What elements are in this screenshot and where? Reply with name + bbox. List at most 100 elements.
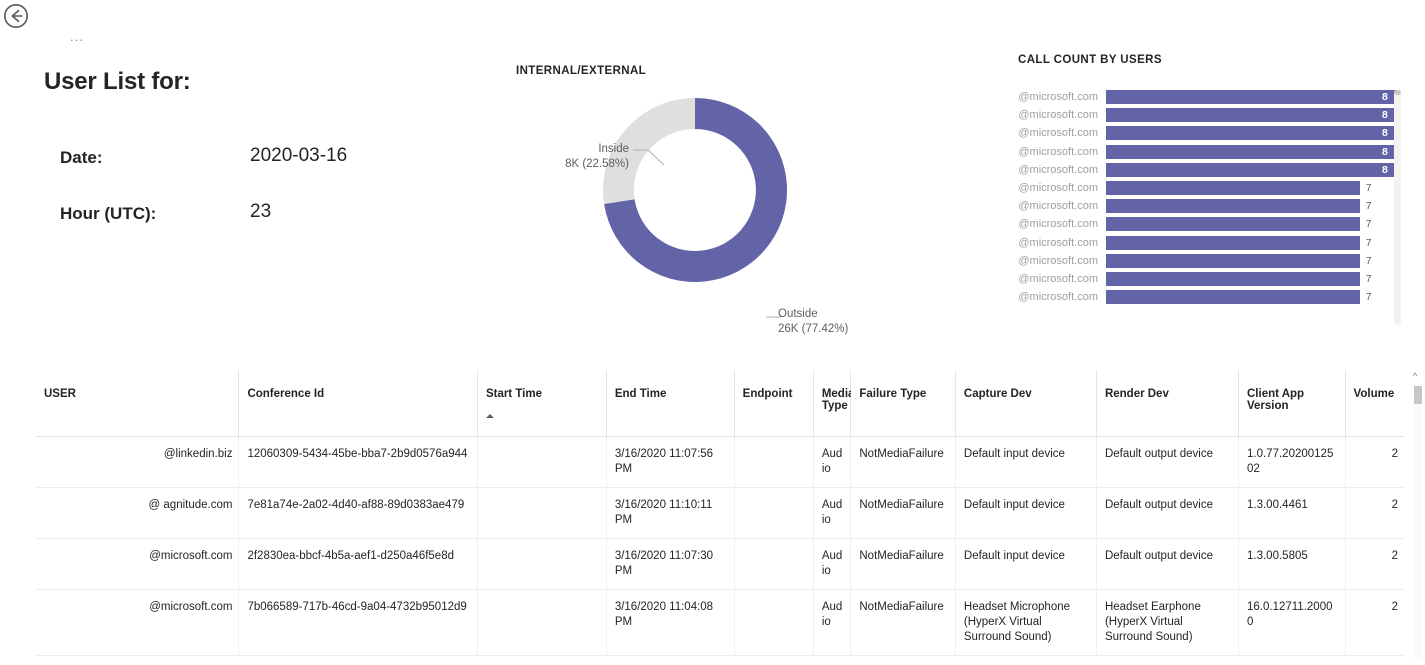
bar-fill[interactable]: [1106, 162, 1396, 177]
bar-fill[interactable]: [1106, 217, 1360, 232]
bar-chart-scrollbar[interactable]: [1394, 90, 1401, 325]
bar-category-label: @microsoft.com: [1018, 109, 1098, 122]
table-cell-volume: 2: [1345, 538, 1404, 590]
table-cell-endpoint: [734, 436, 814, 488]
bar-value-label: 7: [1365, 236, 1372, 249]
bar-fill[interactable]: [1106, 253, 1360, 268]
bar-category-label: @microsoft.com: [1018, 291, 1098, 304]
bar-value-label: 7: [1365, 272, 1372, 285]
bar-category-label: @microsoft.com: [1018, 91, 1098, 104]
table-cell-user: @ agnitude.com: [36, 487, 240, 539]
bar-chart-row[interactable]: @microsoft.com 7: [1014, 179, 1396, 197]
report-page: ... User List for: Date: 2020-03-16 Hour…: [0, 0, 1425, 665]
donut-callout-inside-value: 8K (22.58%): [565, 158, 629, 170]
table-cell-client_app_version: 1.0.77.2020012502: [1238, 436, 1346, 488]
bar-chart-row[interactable]: @microsoft.com 8: [1014, 143, 1396, 161]
user-list-table-container[interactable]: USER Conference Id Start Time End Time Endpo…: [36, 370, 1414, 665]
bar-category-label: @microsoft.com: [1018, 254, 1098, 267]
scroll-up-arrow-icon[interactable]: ^: [1413, 372, 1417, 381]
bar-chart-row[interactable]: @microsoft.com 8: [1014, 124, 1396, 142]
table-cell-failure_type: NotMediaFailure: [850, 589, 956, 656]
table-header-label: Start Time: [485, 388, 542, 400]
bar-chart-row[interactable]: @microsoft.com 7: [1014, 197, 1396, 215]
bar-chart[interactable]: @microsoft.com 8 @microsoft.com 8 @microsoft…: [1014, 88, 1396, 328]
donut-chart[interactable]: Inside 8K (22.58%) Outside 26K (77.42%): [500, 85, 920, 335]
table-row[interactable]: @microsoft.com 2f2830ea-bbcf-4b5a-aef1-d2…: [36, 538, 1404, 590]
donut-callout-outside-label: Outside: [778, 308, 818, 320]
sort-ascending-icon[interactable]: [485, 414, 494, 418]
call-count-by-users-panel: CALL COUNT BY USERS @microsoft.com 8 @micr…: [1000, 48, 1425, 338]
back-arrow-circle-icon[interactable]: [3, 3, 29, 29]
bar-fill[interactable]: [1106, 108, 1396, 123]
bar-chart-row[interactable]: @microsoft.com 7: [1014, 252, 1396, 270]
table-cell-volume: 2: [1345, 487, 1404, 539]
table-header-capture_dev[interactable]: Capture Dev: [955, 370, 1097, 437]
table-header-start_time[interactable]: Start Time: [477, 370, 607, 437]
bar-fill[interactable]: [1106, 144, 1396, 159]
bar-fill[interactable]: [1106, 181, 1360, 196]
table-cell-user: @linkedin.biz: [36, 436, 240, 488]
table-header-volume[interactable]: Volume: [1345, 370, 1404, 437]
table-header-end_time[interactable]: End Time: [606, 370, 735, 437]
table-header-label: Capture Dev: [963, 388, 1032, 400]
table-row[interactable]: @ agnitude.com 7e81a74e-2a02-4d40-af88-89…: [36, 487, 1404, 539]
more-options-icon[interactable]: ...: [70, 30, 84, 43]
table-scrollbar-track[interactable]: [1414, 384, 1422, 659]
bar-chart-row[interactable]: @microsoft.com 7: [1014, 234, 1396, 252]
bar-fill[interactable]: [1106, 126, 1396, 141]
table-cell-client_app_version: 1.3.00.5805: [1238, 538, 1346, 590]
table-row[interactable]: @linkedin.biz 12060309-5434-45be-bba7-2b9…: [36, 436, 1404, 488]
bar-track: 7: [1106, 235, 1396, 250]
bar-fill[interactable]: [1106, 199, 1360, 214]
donut-callout-outside-value: 26K (77.42%): [778, 323, 849, 335]
table-row[interactable]: @microsoft.com 7b066589-717b-46cd-9a04-47…: [36, 589, 1404, 656]
internal-external-donut-panel: INTERNAL/EXTERNAL Inside 8K (22.58%) Out…: [500, 55, 920, 335]
table-cell-end_time: 3/16/2020 11:07:30 PM: [606, 538, 735, 590]
bar-chart-title: CALL COUNT BY USERS: [1018, 54, 1162, 66]
bar-value-label: 8: [1382, 145, 1388, 158]
table-cell-conference_id: 12060309-5434-45be-bba7-2b9d0576a944: [238, 436, 478, 488]
bar-fill[interactable]: [1106, 290, 1360, 305]
bar-category-label: @microsoft.com: [1018, 145, 1098, 158]
table-cell-failure_type: NotMediaFailure: [850, 538, 956, 590]
table-cell-end_time: 3/16/2020 11:10:11 PM: [606, 487, 735, 539]
bar-chart-row[interactable]: @microsoft.com 7: [1014, 215, 1396, 233]
bar-chart-row[interactable]: @microsoft.com 8: [1014, 106, 1396, 124]
hour-label: Hour (UTC):: [60, 204, 157, 223]
bar-track: 7: [1106, 181, 1396, 196]
table-scrollbar[interactable]: ^: [1411, 370, 1425, 665]
table-cell-capture_dev: Headset Microphone (HyperX Virtual Surro…: [955, 589, 1097, 656]
page-title: User List for:: [44, 68, 191, 95]
table-cell-user: @microsoft.com: [36, 589, 240, 656]
summary-card: User List for:: [44, 68, 484, 96]
bar-category-label: @microsoft.com: [1018, 182, 1098, 195]
table-header-user[interactable]: USER: [36, 370, 240, 437]
table-header-media_type[interactable]: Media Type: [813, 370, 854, 437]
table-header-failure_type[interactable]: Failure Type: [850, 370, 956, 437]
bar-fill[interactable]: [1106, 90, 1396, 105]
bar-track: 7: [1106, 217, 1396, 232]
bar-chart-row[interactable]: @microsoft.com 8: [1014, 161, 1396, 179]
bar-chart-scrollbar-thumb[interactable]: [1394, 90, 1401, 95]
table-header-endpoint[interactable]: Endpoint: [734, 370, 814, 437]
bar-chart-row[interactable]: @microsoft.com 7: [1014, 288, 1396, 306]
bar-fill[interactable]: [1106, 271, 1360, 286]
bar-fill[interactable]: [1106, 235, 1360, 250]
donut-chart-title: INTERNAL/EXTERNAL: [516, 65, 647, 77]
table-scrollbar-thumb[interactable]: [1414, 386, 1422, 404]
table-header-render_dev[interactable]: Render Dev: [1096, 370, 1240, 437]
table-cell-endpoint: [734, 487, 814, 539]
donut-callout-inside: Inside 8K (22.58%): [559, 142, 629, 172]
table-cell-render_dev: Default output device: [1096, 487, 1240, 539]
table-header-client_app_version[interactable]: Client App Version: [1238, 370, 1346, 437]
table-cell-conference_id: 2f2830ea-bbcf-4b5a-aef1-d250a46f5e8d: [238, 538, 478, 590]
table-cell-media_type: Audio: [813, 436, 852, 488]
bar-track: 8: [1106, 108, 1396, 123]
table-header-label: Client App Version: [1247, 388, 1305, 412]
bar-chart-row[interactable]: @microsoft.com 7: [1014, 270, 1396, 288]
table-header-conference_id[interactable]: Conference Id: [238, 370, 478, 437]
table-cell-capture_dev: Default input device: [955, 487, 1097, 539]
bar-chart-row[interactable]: @microsoft.com 8: [1014, 88, 1396, 106]
table-header-label: Media Type: [821, 388, 855, 412]
bar-value-label: 8: [1382, 127, 1388, 140]
